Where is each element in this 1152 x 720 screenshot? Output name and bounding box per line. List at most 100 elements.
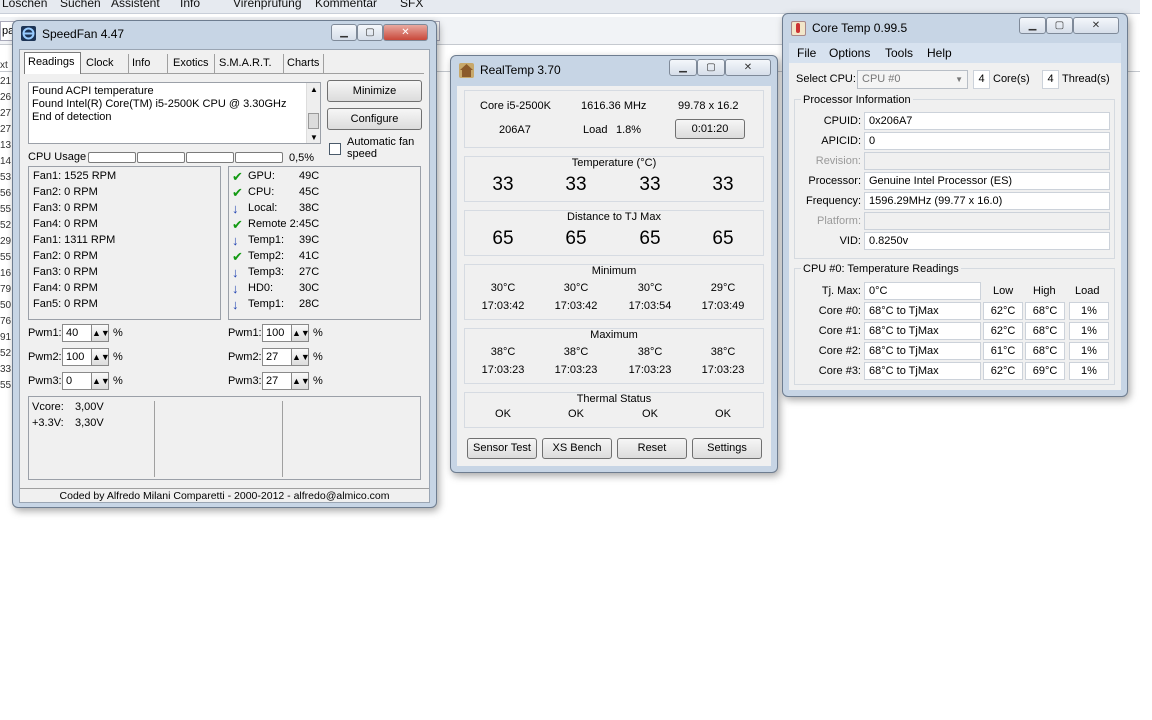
tab-clock[interactable]: Clock <box>83 54 129 74</box>
core-temp: 33 <box>492 174 514 195</box>
menu-tools[interactable]: Tools <box>885 46 913 60</box>
pwm2-input-right[interactable]: 27 <box>262 348 292 366</box>
threads-count: 4 <box>1042 70 1059 89</box>
temps-panel: ✔ GPU: 49C ✔ CPU: 45C ↓ Local: 38C ✔ Remote 2: 45C ↓… <box>228 166 421 320</box>
pwm2-spinner-icon[interactable]: ▲▼ <box>91 348 110 366</box>
select-cpu-dropdown[interactable]: CPU #0 ▼ <box>857 70 968 89</box>
tab-info[interactable]: Info <box>129 54 168 74</box>
timer-button[interactable]: 0:01:20 <box>675 119 745 139</box>
log-scrollbar[interactable]: ▲ ▼ <box>306 83 320 143</box>
xs-bench-button[interactable]: XS Bench <box>542 438 612 459</box>
pwm3-input[interactable]: 0 <box>62 372 92 390</box>
menu-file[interactable]: File <box>797 46 816 60</box>
bg-menu-item[interactable]: Assistent <box>111 0 160 10</box>
max-time: 17:03:23 <box>481 364 525 376</box>
log-line: End of detection <box>32 111 112 123</box>
realtemp-title: RealTemp 3.70 <box>480 63 561 77</box>
bg-menu-item[interactable]: Kommentar <box>315 0 377 10</box>
menu-options[interactable]: Options <box>829 46 870 60</box>
fan-reading: Fan3: 0 RPM <box>33 202 98 214</box>
bg-menu-item[interactable]: Suchen <box>60 0 101 10</box>
temp-sensor-value: 41C <box>299 250 320 262</box>
bg-menu-item[interactable]: SFX <box>400 0 423 10</box>
bg-menu-item[interactable]: Virenprüfung <box>233 0 302 10</box>
bg-menu-item[interactable]: Info <box>180 0 200 10</box>
minimum-label: Minimum <box>591 265 637 277</box>
min-temp: 30°C <box>637 282 663 294</box>
core-label: Core #3: <box>818 365 861 377</box>
cores-label: Core(s) <box>993 73 1030 85</box>
info-label: Platform: <box>816 215 861 227</box>
pwm2-right-spinner-icon[interactable]: ▲▼ <box>291 348 310 366</box>
pwm3-right-spinner-icon[interactable]: ▲▼ <box>291 372 310 390</box>
core-load: 1% <box>1069 322 1109 340</box>
minimize-window-icon[interactable]: ▁ <box>331 24 357 41</box>
core-distance: 65 <box>712 228 734 249</box>
thermal-status: OK <box>715 408 731 420</box>
scroll-thumb[interactable] <box>308 113 319 129</box>
processor-info-group: Processor Information CPUID: 0x206A7 APICI… <box>794 94 1115 259</box>
core-temp: 33 <box>712 174 734 195</box>
temp-sensor-value: 45C <box>299 186 320 198</box>
core-label: Core #2: <box>818 345 861 357</box>
cpu-core-bar <box>186 152 234 163</box>
pwm3-spinner-icon[interactable]: ▲▼ <box>91 372 110 390</box>
pwm-pct: % <box>113 351 123 363</box>
bg-list-fragment: 91 <box>0 332 12 343</box>
realtemp-titlebar[interactable]: RealTemp 3.70 ▁ ▢ ✕ <box>451 56 777 84</box>
tab-charts[interactable]: Charts <box>284 54 324 74</box>
tab-exotics[interactable]: Exotics <box>170 54 215 74</box>
detection-log[interactable]: Found ACPI temperature Found Intel(R) Co… <box>28 82 321 144</box>
thermal-status: OK <box>495 408 511 420</box>
coretemp-titlebar[interactable]: Core Temp 0.99.5 ▁ ▢ ✕ <box>783 14 1127 42</box>
speedfan-titlebar[interactable]: SpeedFan 4.47 ▁ ▢ ✕ <box>13 21 436 49</box>
pwm2-label-right: Pwm2: <box>228 351 262 363</box>
minimize-window-icon[interactable]: ▁ <box>669 59 697 76</box>
minimize-window-icon[interactable]: ▁ <box>1019 17 1046 34</box>
sensor-test-button[interactable]: Sensor Test <box>467 438 537 459</box>
temp-sensor-value: 27C <box>299 266 320 278</box>
background-list-column: xt 21 26 27 27 13 14 53 56 55 52 29 55 16 79 50 76 91 52 33… <box>0 60 12 462</box>
pwm1-right-spinner-icon[interactable]: ▲▼ <box>291 324 310 342</box>
core-high: 68°C <box>1025 342 1065 360</box>
temp-sensor-name: Temp1: <box>248 298 285 310</box>
info-value <box>864 152 1110 170</box>
tab-readings[interactable]: Readings <box>24 52 81 74</box>
max-temp: 38°C <box>637 346 663 358</box>
speedfan-client: Readings Clock Info Exotics S.M.A.R.T. C… <box>19 49 430 503</box>
volt-value: 3,30V <box>75 417 104 429</box>
maximize-window-icon[interactable]: ▢ <box>697 59 725 76</box>
minimize-button[interactable]: Minimize <box>327 80 422 102</box>
reset-button[interactable]: Reset <box>617 438 687 459</box>
close-window-icon[interactable]: ✕ <box>725 59 771 76</box>
maximize-window-icon[interactable]: ▢ <box>357 24 383 41</box>
settings-button[interactable]: Settings <box>692 438 762 459</box>
info-value <box>864 212 1110 230</box>
auto-fan-checkbox[interactable] <box>329 143 341 155</box>
core-distance: 65 <box>639 228 661 249</box>
cpu-core-bar <box>88 152 136 163</box>
pwm3-input-right[interactable]: 27 <box>262 372 292 390</box>
maximize-window-icon[interactable]: ▢ <box>1046 17 1073 34</box>
core-high: 68°C <box>1025 322 1065 340</box>
menu-help[interactable]: Help <box>927 46 952 60</box>
configure-button[interactable]: Configure <box>327 108 422 130</box>
cpu-summary: Core i5-2500K 1616.36 MHz 99.78 x 16.2 2… <box>464 90 764 148</box>
close-window-icon[interactable]: ✕ <box>383 24 428 41</box>
max-time: 17:03:23 <box>701 364 745 376</box>
min-time: 17:03:42 <box>554 300 598 312</box>
pwm1-spinner-icon[interactable]: ▲▼ <box>91 324 110 342</box>
tab-smart[interactable]: S.M.A.R.T. <box>216 54 284 74</box>
info-label: Frequency: <box>805 195 861 207</box>
thermal-status: OK <box>642 408 658 420</box>
scroll-down-icon[interactable]: ▼ <box>310 133 318 142</box>
pwm2-input[interactable]: 100 <box>62 348 92 366</box>
distance-section: Distance to TJ Max 65 65 65 65 <box>464 210 764 256</box>
fans-panel: Fan1: 1525 RPM Fan2: 0 RPM Fan3: 0 RPM F… <box>28 166 221 320</box>
scroll-up-icon[interactable]: ▲ <box>310 85 318 94</box>
pwm1-input[interactable]: 40 <box>62 324 92 342</box>
close-window-icon[interactable]: ✕ <box>1073 17 1119 34</box>
bg-menu-item[interactable]: Löschen <box>2 0 47 10</box>
bg-list-fragment: 27 <box>0 108 12 119</box>
pwm1-input-right[interactable]: 100 <box>262 324 292 342</box>
